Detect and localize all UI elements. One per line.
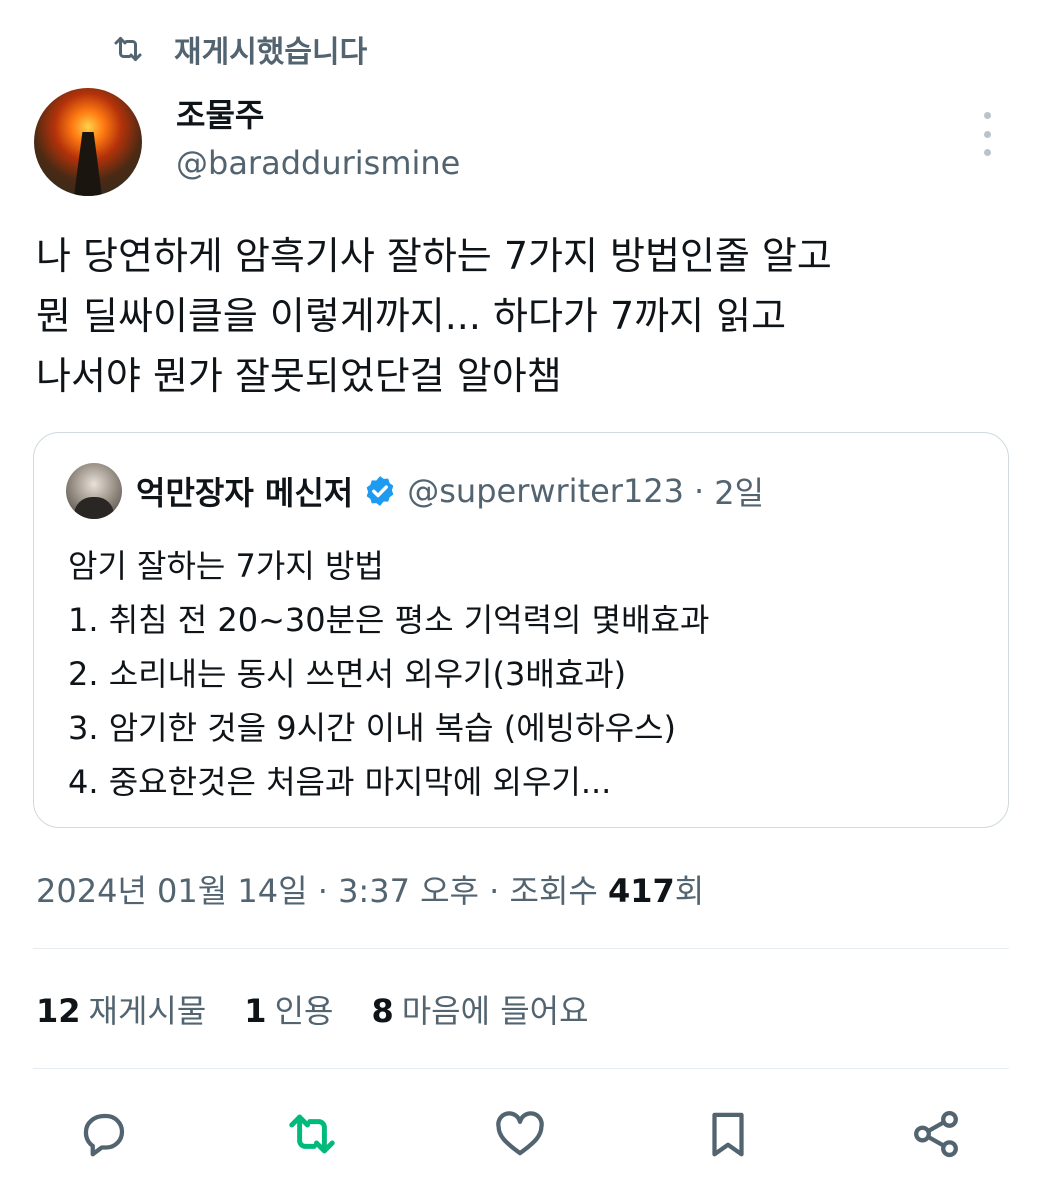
post-meta: 2024년 01월 14일 · 3:37 오후 · 조회수 417회 [36,866,704,916]
quoted-post-header: 억만장자 메신저 @superwriter123 · 2일 [66,463,764,519]
quoted-line: 4. 중요한것은 처음과 마지막에 외우기... [68,763,612,801]
quoted-avatar [66,463,122,519]
views-suffix: 회 [674,872,705,910]
repost-icon [289,1114,335,1154]
author-display-name[interactable]: 조물주 [176,94,460,136]
quoted-text: 암기 잘하는 7가지 방법 1. 취침 전 20~30분은 평소 기억력의 몇배… [68,539,709,809]
author-header: 조물주 @baraddurismine [34,88,460,196]
quoted-post[interactable]: 억만장자 메신저 @superwriter123 · 2일 암기 잘하는 7가지… [33,432,1009,828]
repost-button[interactable] [276,1098,348,1170]
like-button[interactable] [484,1098,556,1170]
quoted-line: 3. 암기한 것을 9시간 이내 복습 (에빙하우스) [68,709,676,747]
quoted-line: 암기 잘하는 7가지 방법 [68,547,384,585]
likes-count: 8 [371,992,394,1030]
repost-icon [114,37,142,61]
engagement-stats: 12 재게시물 1 인용 8 마음에 들어요 [36,986,627,1036]
repost-banner-label: 재게시했습니다 [174,35,368,70]
post-text: 나 당연하게 암흑기사 잘하는 7가지 방법인줄 알고 뭔 딜싸이클을 이렇게까… [36,234,832,398]
divider [33,1068,1009,1069]
action-bar [0,1098,1041,1174]
share-button[interactable] [900,1098,972,1170]
bookmark-button[interactable] [692,1098,764,1170]
quoted-handle: @superwriter123 [407,472,685,510]
quoted-line: 1. 취침 전 20~30분은 평소 기억력의 몇배효과 [68,601,710,639]
quoted-line: 2. 소리내는 동시 쓰면서 외우기(3배효과) [68,655,627,693]
quotes-stat[interactable]: 1 인용 [244,986,333,1036]
like-icon [496,1111,544,1156]
reposts-label: 재게시물 [88,992,207,1030]
likes-stat[interactable]: 8 마음에 들어요 [371,986,588,1036]
more-options-icon[interactable] [976,112,998,156]
views-label: 조회수 [509,872,598,910]
reply-button[interactable] [68,1098,140,1170]
share-icon [914,1110,958,1158]
views-count: 417 [608,872,675,910]
verified-badge-icon [366,476,394,506]
bookmark-icon [712,1112,744,1157]
post-date: 2024년 01월 14일 [36,872,308,910]
likes-label: 마음에 들어요 [401,992,589,1030]
quotes-count: 1 [244,992,267,1030]
reposts-stat[interactable]: 12 재게시물 [36,986,206,1036]
quoted-time: 2일 [714,474,765,512]
quotes-label: 인용 [274,992,334,1030]
quoted-display-name: 억만장자 메신저 [136,474,354,512]
reposts-count: 12 [36,992,81,1030]
quoted-separator: · [694,472,705,510]
meta-separator: · [317,872,328,910]
repost-banner: 재게시했습니다 [110,28,367,70]
reply-icon [83,1113,125,1157]
avatar[interactable] [34,88,142,196]
author-handle[interactable]: @baraddurismine [176,140,460,186]
post-time: 3:37 오후 [338,872,479,910]
divider [33,948,1009,949]
meta-separator: · [489,872,500,910]
